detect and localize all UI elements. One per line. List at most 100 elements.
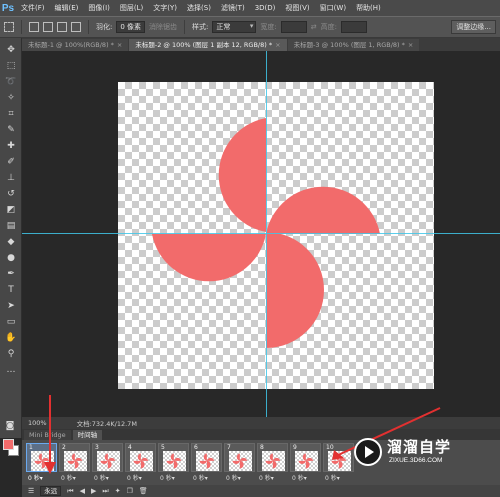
type-tool-icon[interactable]: T xyxy=(5,284,17,296)
antialias-checkbox[interactable]: 消除锯齿 xyxy=(149,22,177,32)
frame-delay-select[interactable]: 0 秒▾ xyxy=(160,473,175,482)
timeline-frame[interactable]: 5 0 秒▾ xyxy=(158,443,189,482)
frame-box[interactable]: 6 xyxy=(191,443,222,472)
canvas-workspace[interactable] xyxy=(22,51,500,417)
next-frame-icon[interactable]: ⏭ xyxy=(102,487,108,496)
dodge-tool-icon[interactable]: ● xyxy=(5,252,17,264)
zoom-level[interactable]: 100% xyxy=(28,419,47,427)
intersect-selection-icon[interactable] xyxy=(71,22,81,32)
timeline-frame[interactable]: 3 0 秒▾ xyxy=(92,443,123,482)
new-selection-icon[interactable] xyxy=(29,22,39,32)
menu-layer[interactable]: 图层(L) xyxy=(115,3,148,13)
timeline-frame[interactable]: 8 0 秒▾ xyxy=(257,443,288,482)
zoom-tool-icon[interactable]: ⚲ xyxy=(5,348,17,360)
menu-image[interactable]: 图像(I) xyxy=(83,3,115,13)
frame-delay-select[interactable]: 0 秒▾ xyxy=(292,473,307,482)
marquee-tool-icon[interactable]: ⬚ xyxy=(5,60,17,72)
menu-select[interactable]: 选择(S) xyxy=(182,3,216,13)
frame-delay-select[interactable]: 0 秒▾ xyxy=(94,473,109,482)
move-tool-icon[interactable]: ✥ xyxy=(5,44,17,56)
healing-brush-icon[interactable]: ✚ xyxy=(5,140,17,152)
frame-box[interactable]: 3 xyxy=(92,443,123,472)
add-selection-icon[interactable] xyxy=(43,22,53,32)
style-select[interactable]: 正常 xyxy=(212,21,257,33)
tab-document-2[interactable]: 未标题-2 @ 100% (图层 1 副本 12, RGB/8) * × xyxy=(129,39,287,51)
tab-document-1[interactable]: 未标题-1 @ 100%(RGB/8) * × xyxy=(22,39,129,51)
timeline-frame[interactable]: 1 0 秒▾ xyxy=(26,443,57,482)
timeline-frame[interactable]: 6 0 秒▾ xyxy=(191,443,222,482)
rectangle-tool-icon[interactable]: ▭ xyxy=(5,316,17,328)
swap-icon[interactable]: ⇄ xyxy=(311,23,317,31)
menu-edit[interactable]: 编辑(E) xyxy=(50,3,84,13)
height-input[interactable] xyxy=(341,21,367,33)
refine-edge-button[interactable]: 调整边缘... xyxy=(451,20,496,34)
frame-delay-select[interactable]: 0 秒▾ xyxy=(226,473,241,482)
magic-wand-icon[interactable]: ✧ xyxy=(5,92,17,104)
document-canvas[interactable] xyxy=(118,82,434,389)
frame-box[interactable]: 5 xyxy=(158,443,189,472)
frame-delay-select[interactable]: 0 秒▾ xyxy=(61,473,76,482)
crop-tool-icon[interactable]: ⌗ xyxy=(5,108,17,120)
foreground-color-swatch[interactable] xyxy=(3,439,14,450)
timeline-frame[interactable]: 9 0 秒▾ xyxy=(290,443,321,482)
eyedropper-icon[interactable]: ✎ xyxy=(5,124,17,136)
feather-input[interactable]: 0 像素 xyxy=(116,21,146,33)
width-input[interactable] xyxy=(280,21,307,33)
tab-timeline[interactable]: 时间轴 xyxy=(72,430,103,440)
play-icon[interactable]: ▶ xyxy=(91,487,96,495)
frame-box[interactable]: 7 xyxy=(224,443,255,472)
timeline-frame[interactable]: 7 0 秒▾ xyxy=(224,443,255,482)
frame-delay-select[interactable]: 0 秒▾ xyxy=(325,473,340,482)
quick-mask-icon[interactable]: ◙ xyxy=(4,420,16,432)
close-icon[interactable]: × xyxy=(275,41,280,49)
brush-tool-icon[interactable]: ✐ xyxy=(5,156,17,168)
frame-box[interactable]: 1 xyxy=(26,443,57,472)
timeline-frame[interactable]: 10 0 秒▾ xyxy=(323,443,354,482)
frame-box[interactable]: 2 xyxy=(59,443,90,472)
marquee-tool-icon[interactable] xyxy=(4,22,14,32)
first-frame-icon[interactable]: ⏮ xyxy=(67,487,73,496)
timeline-frame[interactable]: 2 0 秒▾ xyxy=(59,443,90,482)
menu-3d[interactable]: 3D(D) xyxy=(250,4,281,12)
document-tabs: 未标题-1 @ 100%(RGB/8) * × 未标题-2 @ 100% (图层 … xyxy=(22,38,500,51)
blur-tool-icon[interactable]: ◆ xyxy=(5,236,17,248)
menu-file[interactable]: 文件(F) xyxy=(16,3,50,13)
menu-type[interactable]: 文字(Y) xyxy=(148,3,182,13)
menu-help[interactable]: 帮助(H) xyxy=(351,3,386,13)
menu-view[interactable]: 视图(V) xyxy=(280,3,314,13)
clone-stamp-icon[interactable]: ⊥ xyxy=(5,172,17,184)
pen-tool-icon[interactable]: ✒ xyxy=(5,268,17,280)
close-icon[interactable]: × xyxy=(408,41,413,49)
tween-icon[interactable]: ✦ xyxy=(115,487,121,495)
duplicate-frame-icon[interactable]: ❐ xyxy=(127,487,133,495)
menu-window[interactable]: 窗口(W) xyxy=(315,3,351,13)
frame-delay-select[interactable]: 0 秒▾ xyxy=(28,473,43,482)
frame-box[interactable]: 10 xyxy=(323,443,354,472)
timeline-frame[interactable]: 4 0 秒▾ xyxy=(125,443,156,482)
history-brush-icon[interactable]: ↺ xyxy=(5,188,17,200)
document-info[interactable]: 文档:732.4K/12.7M xyxy=(77,418,137,428)
frame-delay-select[interactable]: 0 秒▾ xyxy=(193,473,208,482)
tab-mini-bridge[interactable]: Mini Bridge xyxy=(24,430,71,440)
lasso-tool-icon[interactable]: ➰ xyxy=(5,76,17,88)
loop-select[interactable]: 永远 xyxy=(40,486,62,496)
gradient-tool-icon[interactable]: ▤ xyxy=(5,220,17,232)
frame-box[interactable]: 4 xyxy=(125,443,156,472)
frame-delay-select[interactable]: 0 秒▾ xyxy=(259,473,274,482)
frame-box[interactable]: 8 xyxy=(257,443,288,472)
frame-box[interactable]: 9 xyxy=(290,443,321,472)
vertical-guide[interactable] xyxy=(266,51,267,417)
path-selection-icon[interactable]: ➤ xyxy=(5,300,17,312)
tab-document-3[interactable]: 未标题-3 @ 100% (图层 1, RGB/8) * × xyxy=(287,39,420,51)
delete-frame-icon[interactable]: 🗑 xyxy=(139,487,148,495)
close-icon[interactable]: × xyxy=(117,41,122,49)
menu-filter[interactable]: 滤镜(T) xyxy=(216,3,250,13)
eraser-tool-icon[interactable]: ◩ xyxy=(5,204,17,216)
horizontal-guide[interactable] xyxy=(22,233,500,234)
convert-timeline-icon[interactable]: ☰ xyxy=(28,487,34,495)
hand-tool-icon[interactable]: ✋ xyxy=(5,332,17,344)
subtract-selection-icon[interactable] xyxy=(57,22,67,32)
previous-frame-icon[interactable]: ◀ xyxy=(80,487,85,495)
more-tools-icon[interactable]: … xyxy=(5,364,17,376)
frame-delay-select[interactable]: 0 秒▾ xyxy=(127,473,142,482)
